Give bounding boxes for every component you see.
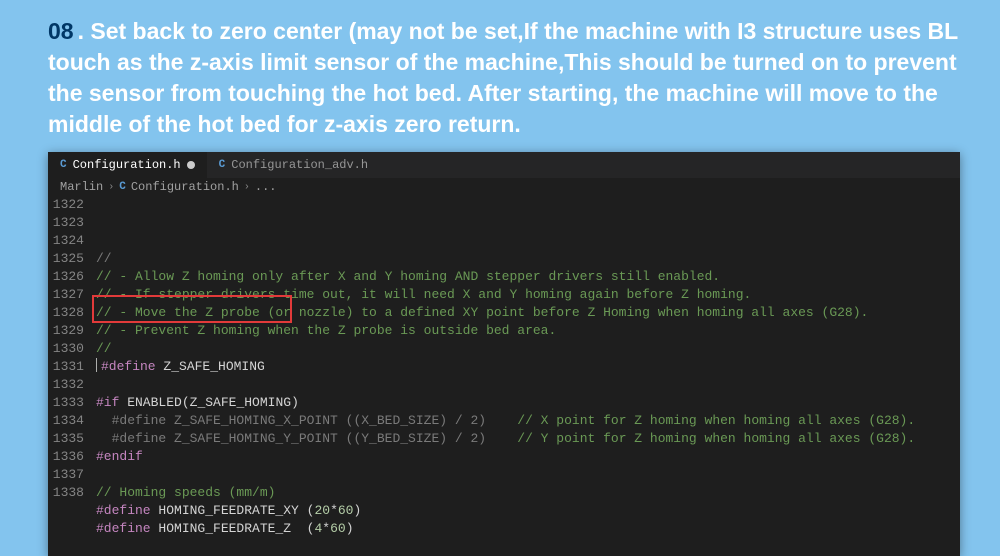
code-line[interactable]: #define Z_SAFE_HOMING_Y_POINT ((Y_BED_SI…: [96, 430, 960, 448]
code-line[interactable]: [96, 538, 960, 556]
code-token: #define Z_SAFE_HOMING_Y_POINT ((Y_BED_SI…: [96, 431, 517, 446]
line-number: 1336: [48, 448, 84, 466]
code-token: 4: [314, 521, 322, 536]
step-body: . Set back to zero center (may not be se…: [48, 18, 958, 137]
line-number: 1338: [48, 484, 84, 502]
code-token: // Y point for Z homing when homing all …: [517, 431, 915, 446]
tab-configuration-h[interactable]: C Configuration.h: [48, 152, 207, 178]
c-file-icon: C: [219, 159, 226, 171]
code-line[interactable]: // - Allow Z homing only after X and Y h…: [96, 268, 960, 286]
code-line[interactable]: // Homing speeds (mm/m): [96, 484, 960, 502]
line-number: 1328: [48, 304, 84, 322]
chevron-right-icon: ›: [108, 182, 114, 193]
code-token: Z_SAFE_HOMING: [156, 359, 265, 374]
code-line[interactable]: // - Move the Z probe (or nozzle) to a d…: [96, 304, 960, 322]
code-token: // X point for Z homing when homing all …: [517, 413, 915, 428]
code-token: HOMING_FEEDRATE_XY: [151, 503, 307, 518]
code-token: // - Prevent Z homing when the Z probe i…: [96, 323, 556, 338]
line-number: 1327: [48, 286, 84, 304]
line-number: 1323: [48, 214, 84, 232]
code-token: ): [353, 503, 361, 518]
code-token: ): [346, 521, 354, 536]
line-number: 1330: [48, 340, 84, 358]
code-line[interactable]: // - Prevent Z homing when the Z probe i…: [96, 322, 960, 340]
line-number: 1335: [48, 430, 84, 448]
code-token: *: [330, 503, 338, 518]
line-number: 1337: [48, 466, 84, 484]
code-token: #define: [101, 359, 156, 374]
tab-label: Configuration_adv.h: [231, 158, 368, 172]
step-number: 08: [48, 18, 74, 44]
code-editor: C Configuration.h C Configuration_adv.h Mar…: [48, 152, 960, 556]
code-token: *: [322, 521, 330, 536]
code-token: (: [307, 521, 315, 536]
code-token: // Homing speeds (mm/m): [96, 485, 275, 500]
line-number: 1325: [48, 250, 84, 268]
breadcrumb-file: Configuration.h: [131, 180, 239, 194]
dirty-indicator-icon: [187, 161, 195, 169]
text-cursor: [96, 358, 97, 372]
breadcrumb[interactable]: Marlin › C Configuration.h › ...: [48, 178, 960, 196]
line-number: 1326: [48, 268, 84, 286]
code-token: // - Move the Z probe (or nozzle) to a d…: [96, 305, 868, 320]
code-line[interactable]: #define HOMING_FEEDRATE_Z (4*60): [96, 520, 960, 538]
code-token: #if: [96, 395, 119, 410]
line-number: 1324: [48, 232, 84, 250]
line-number: 1331: [48, 358, 84, 376]
code-token: 60: [338, 503, 354, 518]
code-line[interactable]: #endif: [96, 448, 960, 466]
code-token: //: [96, 251, 112, 266]
line-number: 1334: [48, 412, 84, 430]
code-token: (: [182, 395, 190, 410]
code-line[interactable]: [96, 466, 960, 484]
code-line[interactable]: #define Z_SAFE_HOMING: [96, 358, 960, 376]
chevron-right-icon: ›: [244, 182, 250, 193]
code-token: #define: [96, 503, 151, 518]
code-line[interactable]: #if ENABLED(Z_SAFE_HOMING): [96, 394, 960, 412]
tab-configuration_adv-h[interactable]: C Configuration_adv.h: [207, 152, 380, 178]
code-token: Z_SAFE_HOMING: [190, 395, 291, 410]
code-line[interactable]: [96, 376, 960, 394]
line-number: 1332: [48, 376, 84, 394]
tab-label: Configuration.h: [73, 158, 181, 172]
code-token: #define Z_SAFE_HOMING_X_POINT ((X_BED_SI…: [96, 413, 517, 428]
code-token: //: [96, 341, 112, 356]
instruction-text: 08. Set back to zero center (may not be …: [0, 0, 1000, 152]
breadcrumb-trail: ...: [255, 180, 277, 194]
breadcrumb-folder: Marlin: [60, 180, 103, 194]
line-number-gutter: 1322132313241325132613271328132913301331…: [48, 196, 96, 556]
code-line[interactable]: //: [96, 340, 960, 358]
tab-bar: C Configuration.h C Configuration_adv.h: [48, 152, 960, 178]
code-token: 60: [330, 521, 346, 536]
code-body[interactable]: // // - Allow Z homing only after X and Y…: [96, 196, 960, 556]
code-token: ): [291, 395, 299, 410]
line-number: 1322: [48, 196, 84, 214]
code-token: // - If stepper drivers time out, it wil…: [96, 287, 751, 302]
code-line[interactable]: //: [96, 250, 960, 268]
code-token: #endif: [96, 449, 143, 464]
line-number: 1333: [48, 394, 84, 412]
code-token: #define: [96, 521, 151, 536]
code-line[interactable]: #define Z_SAFE_HOMING_X_POINT ((X_BED_SI…: [96, 412, 960, 430]
code-token: // - Allow Z homing only after X and Y h…: [96, 269, 720, 284]
c-file-icon: C: [60, 159, 67, 171]
code-token: ENABLED: [119, 395, 181, 410]
code-token: 20: [314, 503, 330, 518]
c-file-icon: C: [119, 181, 126, 193]
code-line[interactable]: // - If stepper drivers time out, it wil…: [96, 286, 960, 304]
line-number: 1329: [48, 322, 84, 340]
code-line[interactable]: #define HOMING_FEEDRATE_XY (20*60): [96, 502, 960, 520]
code-token: HOMING_FEEDRATE_Z: [151, 521, 307, 536]
code-area[interactable]: 1322132313241325132613271328132913301331…: [48, 196, 960, 556]
